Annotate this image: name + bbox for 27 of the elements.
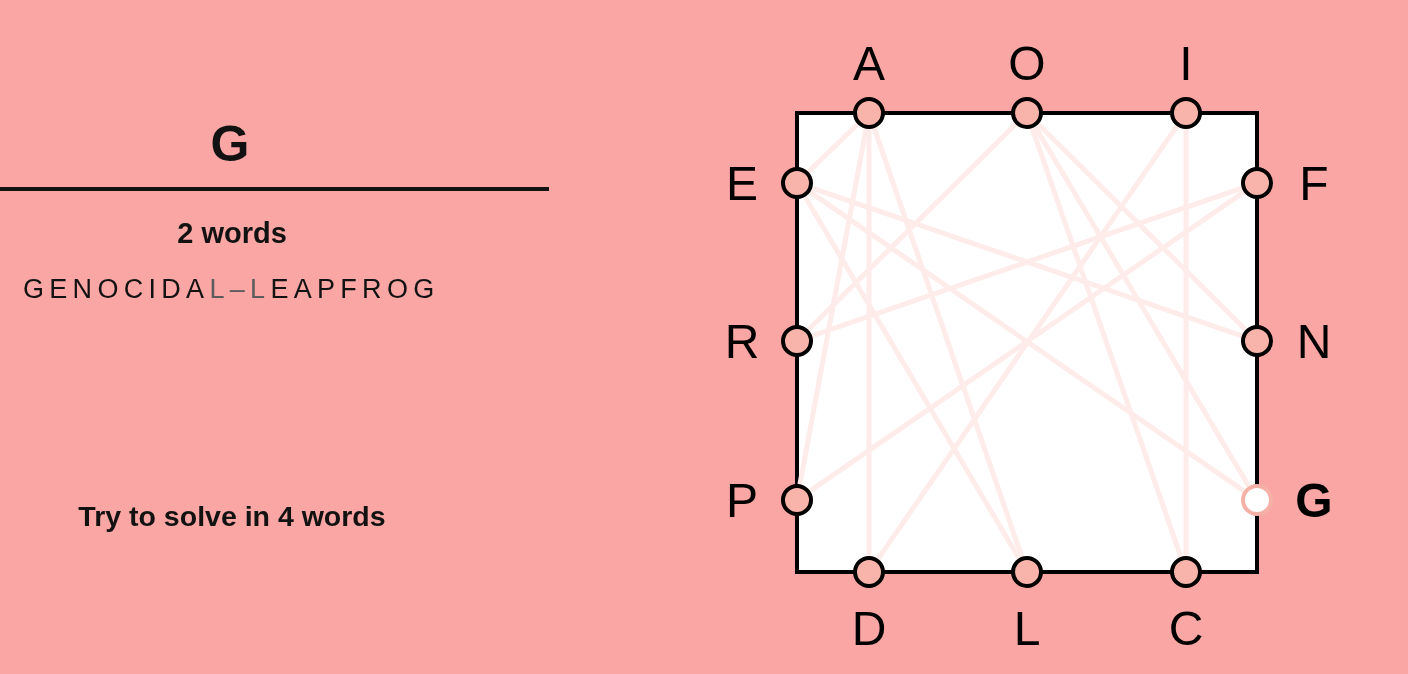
- letter-label: P: [726, 474, 758, 527]
- letter-dot-icon[interactable]: [781, 325, 813, 357]
- letter-label: G: [1295, 474, 1333, 527]
- letter-dot-icon[interactable]: [1170, 556, 1202, 588]
- letter-label: D: [851, 602, 887, 655]
- letter-label: E: [726, 157, 758, 210]
- letter-label: O: [1008, 37, 1046, 90]
- letter-dot-icon[interactable]: [781, 167, 813, 199]
- letter-label: I: [1179, 37, 1193, 90]
- letter-dot-icon[interactable]: [1011, 556, 1043, 588]
- letter-dot-icon[interactable]: [1241, 325, 1273, 357]
- letter-label: F: [1299, 157, 1329, 210]
- letter-dot-icon[interactable]: [853, 556, 885, 588]
- letter-dot-icon[interactable]: [1011, 97, 1043, 129]
- letter-label: R: [724, 315, 760, 368]
- goal-hint: Try to solve in 4 words: [78, 500, 386, 532]
- found-words: GENOCIDA L–L EAPFROG: [23, 274, 440, 304]
- letter-dot-icon[interactable]: [853, 97, 885, 129]
- word-input-field[interactable]: G: [0, 100, 549, 191]
- letter-label: C: [1168, 602, 1204, 655]
- letter-label: L: [1013, 602, 1041, 655]
- word-count: 2 words: [177, 217, 287, 249]
- letter-label: N: [1296, 315, 1332, 368]
- letter-label: A: [853, 37, 885, 90]
- letter-dot-icon[interactable]: [1170, 97, 1202, 129]
- letter-dot-icon[interactable]: [1241, 167, 1273, 199]
- letter-dot-icon[interactable]: [781, 484, 813, 516]
